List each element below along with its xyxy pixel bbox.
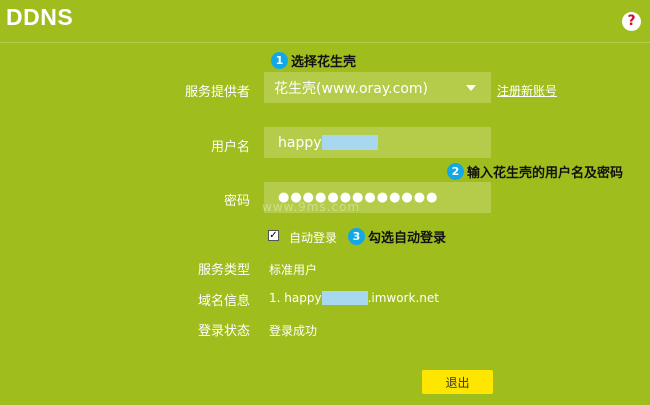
status-value: 登录成功	[269, 324, 318, 338]
username-redaction	[321, 135, 378, 150]
step-1-badge: 1	[271, 52, 288, 69]
domain-label: 域名信息	[197, 294, 250, 309]
title-divider	[0, 42, 650, 43]
domain-suffix: .imwork.net	[367, 291, 439, 305]
auto-login-label: 自动登录	[289, 231, 338, 245]
step-3-annotation: 3 勾选自动登录	[348, 227, 446, 246]
auto-login-checkbox[interactable]: ✓	[268, 230, 279, 241]
domain-prefix: 1. happy	[269, 291, 322, 305]
username-value: happy	[278, 134, 322, 151]
domain-redaction	[321, 291, 368, 305]
service-type-value: 标准用户	[269, 263, 318, 277]
register-link[interactable]: 注册新账号	[497, 82, 557, 99]
step-2-annotation: 2 输入花生壳的用户名及密码	[447, 162, 623, 181]
watermark: www.9ms.com	[262, 200, 361, 214]
provider-select[interactable]: 花生壳(www.oray.com)	[264, 72, 491, 103]
step-2-text: 输入花生壳的用户名及密码	[467, 166, 624, 181]
step-1-text: 选择花生壳	[291, 55, 357, 70]
page-title: DDNS	[6, 4, 74, 30]
help-icon[interactable]: ?	[622, 12, 641, 31]
username-label: 用户名	[210, 140, 250, 155]
step-3-badge: 3	[348, 228, 365, 245]
step-2-badge: 2	[447, 163, 464, 180]
service-type-label: 服务类型	[197, 263, 250, 278]
username-input[interactable]: happy	[264, 127, 491, 158]
chevron-down-icon	[466, 85, 476, 91]
domain-value: 1. happy .imwork.net	[269, 291, 439, 305]
provider-selected-value: 花生壳(www.oray.com)	[274, 80, 428, 97]
status-label: 登录状态	[197, 324, 250, 339]
provider-label: 服务提供者	[184, 85, 250, 100]
password-label: 密码	[223, 194, 250, 209]
step-3-text: 勾选自动登录	[368, 231, 447, 246]
logout-button[interactable]: 退出	[422, 370, 493, 394]
step-1-annotation: 1 选择花生壳	[271, 51, 356, 70]
